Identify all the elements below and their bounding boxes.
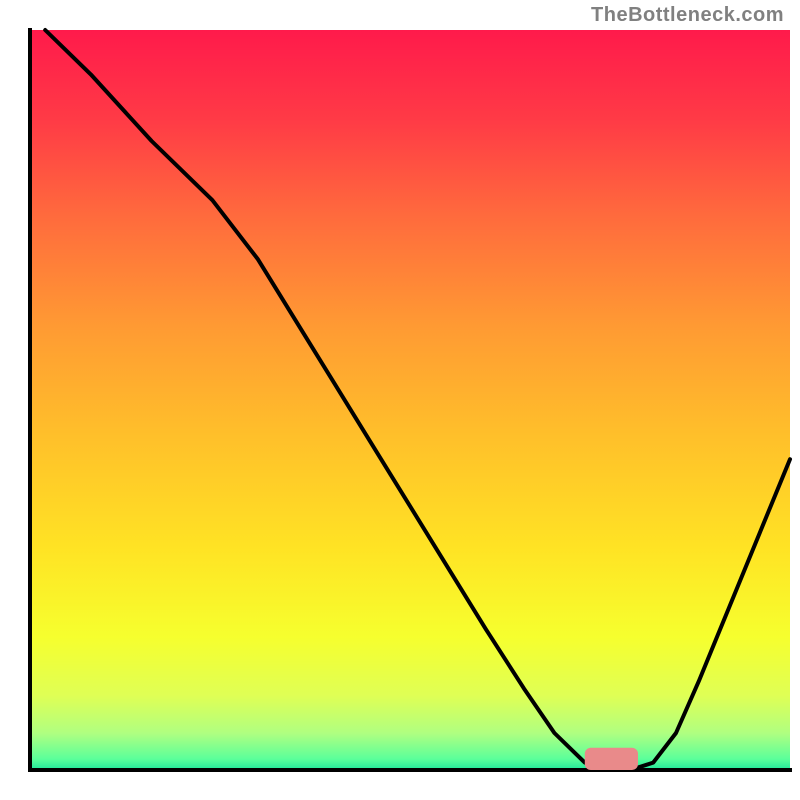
plot-background (30, 30, 790, 770)
chart-container: TheBottleneck.com (0, 0, 800, 800)
bottleneck-chart (0, 0, 800, 800)
optimal-marker (585, 748, 638, 770)
watermark-text: TheBottleneck.com (591, 4, 784, 27)
